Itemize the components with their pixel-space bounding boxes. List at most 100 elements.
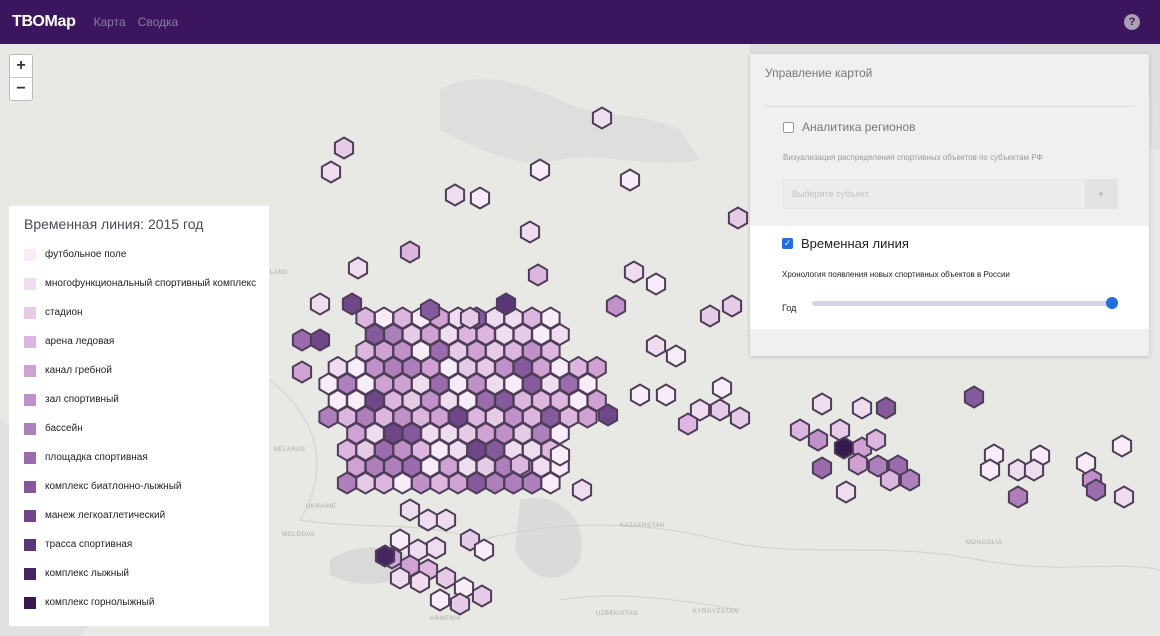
region-hex[interactable] [851,396,873,420]
region-hex[interactable] [1111,434,1133,458]
region-hex[interactable] [629,383,651,407]
region-hex[interactable] [979,458,1001,482]
region-hex[interactable] [721,294,743,318]
region-hex[interactable] [811,456,833,480]
region-hex[interactable] [417,508,439,532]
region-hex[interactable] [355,471,376,495]
app-logo[interactable]: ТВОMap [12,13,76,31]
region-hex[interactable] [309,292,331,316]
region-hex[interactable] [963,385,985,409]
map-label-armenia: ARMENIA [430,616,461,622]
region-hex[interactable] [466,471,487,495]
region-hex[interactable] [389,566,411,590]
region-hex[interactable] [509,453,531,477]
region-hex[interactable] [333,136,355,160]
region-hex[interactable] [645,272,667,296]
region-hex[interactable] [540,471,561,495]
region-hex[interactable] [577,405,598,429]
region-select[interactable]: Выберите субъект ▼ [783,179,1118,209]
region-hex[interactable] [677,412,699,436]
region-hex[interactable] [392,471,413,495]
legend-label: бассейн [45,423,83,434]
region-hex[interactable] [473,538,495,562]
region-hex[interactable] [469,186,491,210]
region-hex[interactable] [484,471,506,495]
year-slider-track[interactable] [812,301,1112,306]
region-hex[interactable] [835,480,857,504]
region-hex[interactable] [1113,485,1135,509]
region-hex[interactable] [429,588,451,612]
nav-link-map[interactable]: Карта [94,15,126,29]
region-hex[interactable] [341,292,363,316]
region-hex[interactable] [374,544,396,568]
region-hex[interactable] [549,443,571,467]
region-hex[interactable] [521,471,543,495]
chevron-down-icon[interactable]: ▼ [1085,180,1117,208]
region-hex[interactable] [471,584,493,608]
analytics-toggle[interactable]: Аналитика регионов [783,120,916,134]
region-hex[interactable] [811,392,833,416]
region-hex[interactable] [847,452,869,476]
region-hex[interactable] [865,428,887,452]
region-hex[interactable] [571,478,593,502]
region-hex[interactable] [645,334,667,358]
region-hex[interactable] [875,396,897,420]
region-hex[interactable] [709,398,731,422]
region-hex[interactable] [1007,485,1029,509]
region-hex[interactable] [347,256,369,280]
region-hex[interactable] [309,328,331,352]
region-hex[interactable] [597,403,619,427]
region-hex[interactable] [619,168,641,192]
region-hex[interactable] [879,468,901,492]
region-hex[interactable] [435,566,457,590]
region-hex[interactable] [399,498,421,522]
region-hex[interactable] [655,383,677,407]
region-hex[interactable] [291,328,313,352]
region-hex[interactable] [373,471,395,495]
region-hex[interactable] [807,428,829,452]
region-hex[interactable] [435,508,457,532]
timeline-label[interactable]: Временная линия [801,236,909,251]
region-hex[interactable] [409,570,431,594]
region-hex[interactable] [291,360,313,384]
region-hex[interactable] [447,471,469,495]
region-hex[interactable] [495,292,517,316]
region-hex[interactable] [711,376,733,400]
region-hex[interactable] [729,406,751,430]
region-hex[interactable] [429,471,450,495]
analytics-label[interactable]: Аналитика регионов [802,120,916,134]
region-hex[interactable] [1085,478,1107,502]
region-hex[interactable] [1023,458,1045,482]
help-icon[interactable]: ? [1124,14,1140,30]
nav-link-summary[interactable]: Сводка [138,15,179,29]
region-hex[interactable] [623,260,645,284]
region-hex[interactable] [336,471,358,495]
region-hex[interactable] [727,206,749,230]
analytics-checkbox[interactable] [783,121,794,133]
region-hex[interactable] [449,592,471,616]
region-hex[interactable] [519,220,541,244]
region-hex[interactable] [665,344,687,368]
region-hex[interactable] [459,306,481,330]
zoom-out-button[interactable]: − [10,77,32,100]
region-hex[interactable] [320,160,342,184]
region-hex[interactable] [899,468,921,492]
region-hex[interactable] [399,240,421,264]
region-hex[interactable] [699,304,721,328]
region-hex[interactable] [789,418,811,442]
region-hex[interactable] [318,405,339,429]
timeline-toggle[interactable]: ✓ Временная линия [782,236,909,251]
region-hex[interactable] [419,298,441,322]
region-hex[interactable] [425,536,447,560]
region-hex[interactable] [833,436,855,460]
region-hex[interactable] [410,471,432,495]
region-hex[interactable] [591,106,613,130]
region-hex[interactable] [527,263,549,287]
region-hex[interactable] [529,158,551,182]
zoom-in-button[interactable]: + [10,55,32,77]
region-hex[interactable] [444,183,466,207]
region-hex[interactable] [829,418,851,442]
region-hex[interactable] [605,294,627,318]
timeline-checkbox[interactable]: ✓ [782,238,793,249]
year-slider-thumb[interactable] [1106,297,1118,309]
